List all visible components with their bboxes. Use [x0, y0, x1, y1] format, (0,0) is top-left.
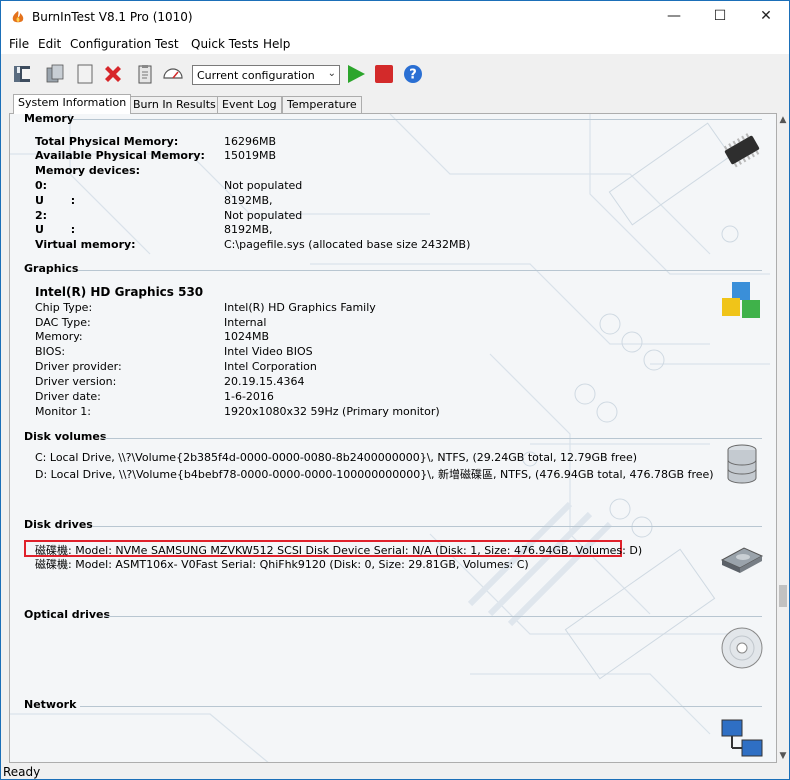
network-divider — [80, 706, 762, 707]
menu-configuration[interactable]: Configuration — [70, 37, 151, 51]
disk-volumes-heading: Disk volumes — [24, 430, 107, 443]
memory-label: Memory devices: — [35, 164, 141, 177]
optical-drives-heading: Optical drives — [24, 608, 111, 621]
memory-label: Virtual memory: — [35, 238, 136, 251]
disk-volumes-divider — [104, 438, 762, 439]
network-heading: Network — [24, 698, 77, 711]
disk-volume-line: C: Local Drive, \\?\Volume{2b385f4d-0000… — [35, 451, 638, 464]
disk-drives-heading: Disk drives — [24, 518, 93, 531]
memory-label: 0: — [35, 179, 48, 192]
menu-quick-tests[interactable]: Quick Tests — [191, 37, 259, 51]
graphics-value: Intel Video BIOS — [224, 345, 313, 358]
graphics-heading: Graphics — [24, 262, 79, 275]
app-icon — [12, 11, 24, 23]
memory-label: U : — [35, 223, 76, 236]
optical-drives-divider — [106, 616, 762, 617]
memory-chip-icon — [723, 133, 760, 168]
network-icon — [721, 719, 763, 757]
graphics-value: 20.19.15.4364 — [224, 375, 305, 388]
status-bar: Ready — [1, 763, 789, 779]
configuration-select[interactable]: Current configuration ⌄ — [192, 65, 340, 85]
save-icon[interactable] — [13, 63, 35, 85]
status-text: Ready — [3, 765, 41, 779]
disk-drive-line: 磁碟機: Model: ASMT106x- V0Fast Serial: Qhi… — [35, 558, 529, 571]
memory-value: 8192MB, — [224, 223, 273, 236]
clipboard-icon[interactable] — [134, 63, 156, 85]
tab-temperature[interactable]: Temperature — [282, 96, 362, 113]
graphics-value: Internal — [224, 316, 267, 329]
svg-text:?: ? — [409, 68, 417, 83]
graphics-value: Intel Corporation — [224, 360, 317, 373]
copy-icon[interactable] — [44, 63, 66, 85]
graphics-value: 1-6-2016 — [224, 390, 274, 403]
graphics-cubes-icon — [722, 282, 760, 318]
memory-label: Total Physical Memory: — [35, 135, 179, 148]
graphics-value: 1024MB — [224, 330, 270, 343]
toolbar: Current configuration ⌄ ? — [1, 56, 789, 92]
graphics-label: BIOS: — [35, 345, 66, 358]
chevron-down-icon: ⌄ — [327, 68, 336, 79]
graphics-label: Monitor 1: — [35, 405, 92, 418]
graphics-label: Driver date: — [35, 390, 101, 403]
menu-file[interactable]: File — [9, 37, 29, 51]
scrollbar-thumb[interactable] — [779, 585, 787, 607]
menu-help[interactable]: Help — [263, 37, 290, 51]
memory-divider — [72, 119, 762, 120]
help-icon[interactable]: ? — [402, 63, 424, 85]
disk-drives-divider — [92, 526, 762, 527]
memory-heading: Memory — [24, 113, 75, 125]
play-icon[interactable] — [345, 63, 367, 85]
menu-edit[interactable]: Edit — [38, 37, 61, 51]
graphics-label: Driver version: — [35, 375, 117, 388]
menu-test[interactable]: Test — [155, 37, 179, 51]
maximize-button[interactable]: ☐ — [697, 1, 743, 32]
stop-icon[interactable] — [373, 63, 395, 85]
close-button[interactable]: ✕ — [743, 1, 789, 32]
graphics-device-name: Intel(R) HD Graphics 530 — [35, 285, 204, 299]
memory-label: U : — [35, 194, 76, 207]
menu-bar: File Edit Configuration Test Quick Tests… — [1, 32, 789, 54]
memory-value: Not populated — [224, 179, 303, 192]
memory-value: C:\pagefile.sys (allocated base size 243… — [224, 238, 471, 251]
tab-burn-in-results[interactable]: Burn In Results — [128, 96, 221, 113]
scroll-down-icon[interactable]: ▼ — [777, 751, 789, 761]
configuration-select-value: Current configuration — [197, 69, 315, 82]
memory-value: Not populated — [224, 209, 303, 222]
graphics-label: DAC Type: — [35, 316, 91, 329]
graphics-value: Intel(R) HD Graphics Family — [224, 301, 376, 314]
system-information-panel: Memory Total Physical Memory: 16296MB Av… — [9, 113, 777, 763]
window-title: BurnInTest V8.1 Pro (1010) — [32, 10, 193, 24]
graphics-divider — [78, 270, 762, 271]
delete-icon[interactable] — [102, 63, 124, 85]
tab-system-information[interactable]: System Information — [13, 94, 132, 114]
graphics-label: Driver provider: — [35, 360, 122, 373]
disk-volume-icon — [727, 444, 757, 484]
optical-disc-icon — [721, 627, 763, 669]
disk-volume-line: D: Local Drive, \\?\Volume{b4bebf78-0000… — [35, 468, 714, 481]
memory-value: 8192MB, — [224, 194, 273, 207]
memory-value: 16296MB — [224, 135, 277, 148]
gauge-icon[interactable] — [162, 63, 184, 85]
memory-label: Available Physical Memory: — [35, 149, 205, 162]
tab-bar: System Information Burn In Results Event… — [1, 94, 789, 114]
new-document-icon[interactable] — [74, 63, 96, 85]
graphics-label: Chip Type: — [35, 301, 93, 314]
app-window: BurnInTest V8.1 Pro (1010) — ☐ ✕ File Ed… — [0, 0, 790, 780]
graphics-value: 1920x1080x32 59Hz (Primary monitor) — [224, 405, 440, 418]
tab-event-log[interactable]: Event Log — [217, 96, 282, 113]
title-bar[interactable]: BurnInTest V8.1 Pro (1010) — ☐ ✕ — [1, 1, 789, 32]
memory-value: 15019MB — [224, 149, 277, 162]
vertical-scrollbar[interactable]: ▲ ▼ — [777, 113, 789, 763]
hard-drive-icon — [720, 547, 764, 573]
scroll-up-icon[interactable]: ▲ — [777, 115, 789, 125]
memory-label: 2: — [35, 209, 48, 222]
graphics-label: Memory: — [35, 330, 83, 343]
minimize-button[interactable]: — — [651, 1, 697, 32]
